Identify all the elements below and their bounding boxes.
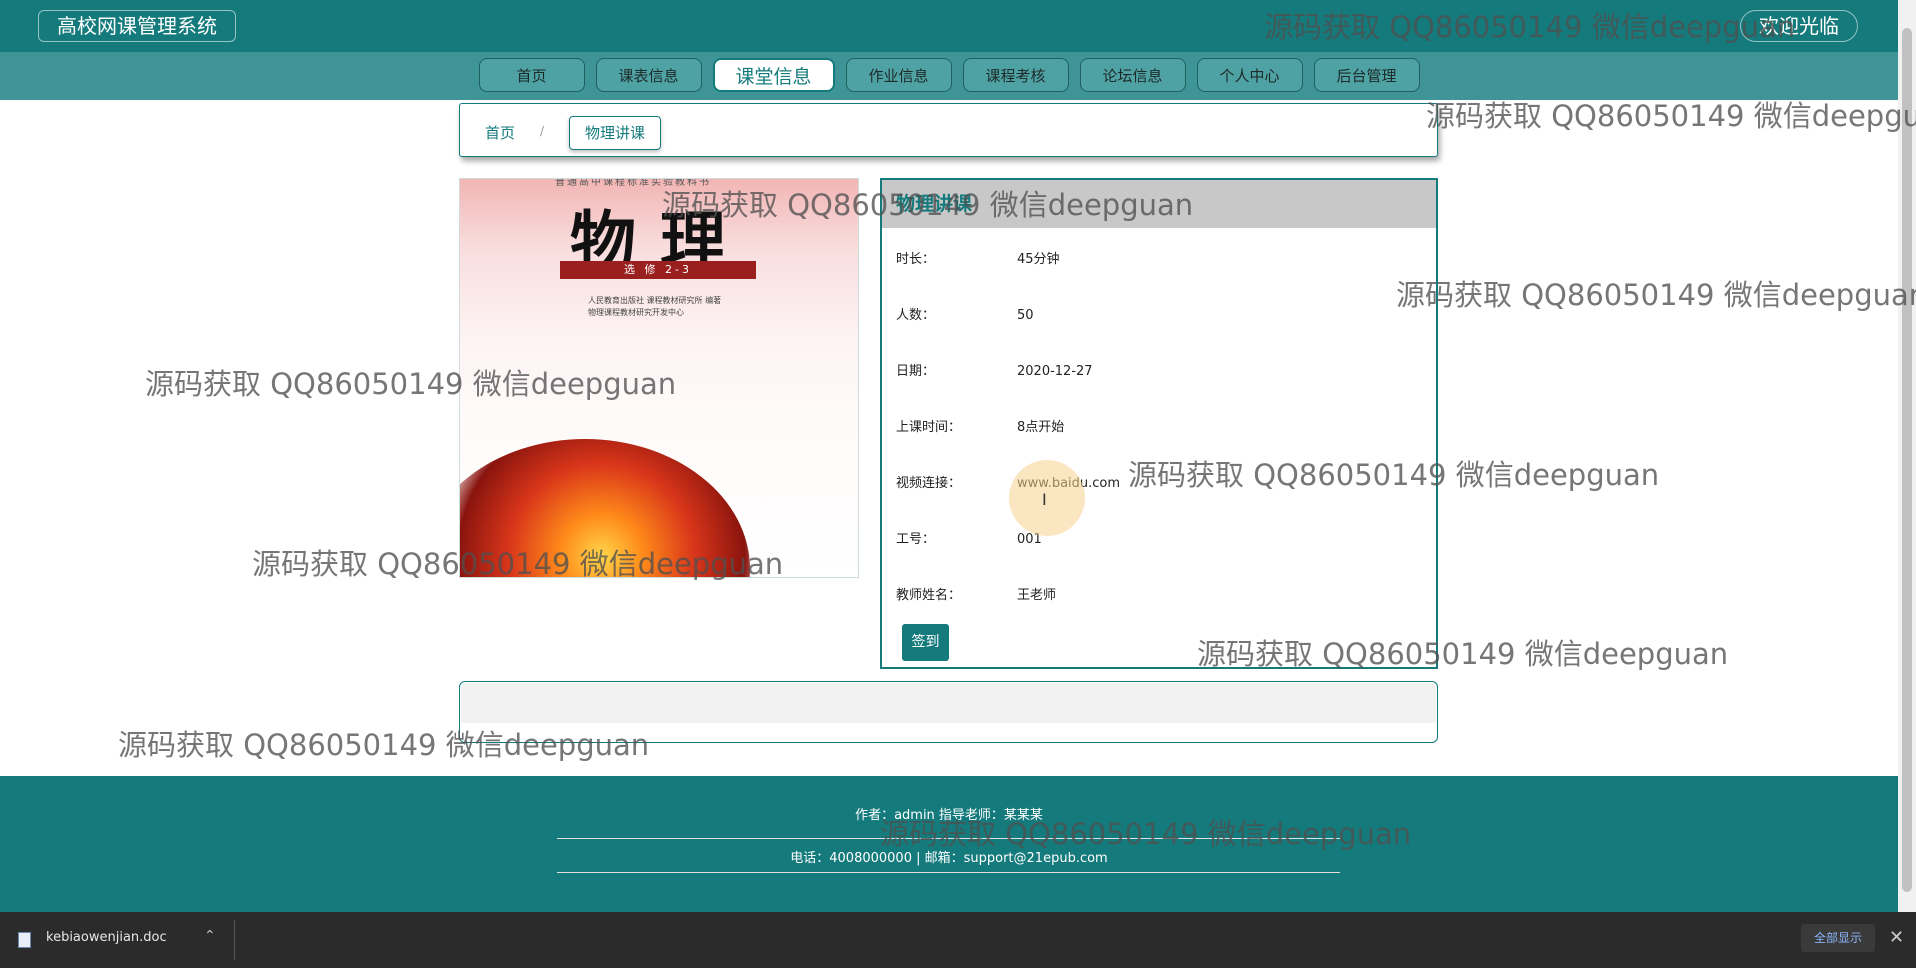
field-label: 日期： xyxy=(896,364,936,379)
field-label: 视频连接： xyxy=(896,476,962,491)
nav-item-profile[interactable]: 个人中心 xyxy=(1196,58,1303,92)
nav-item-classroom[interactable]: 课堂信息 xyxy=(712,58,835,92)
breadcrumb: 首页 / 物理讲课 xyxy=(459,103,1438,157)
show-all-downloads-button[interactable]: 全部显示 xyxy=(1801,924,1875,952)
detail-row-video-link: 视频连接：www.baidu.com xyxy=(896,472,1120,491)
detail-row-staff-id: 工号： 001 xyxy=(896,528,1042,547)
cover-sun-graphic xyxy=(460,439,750,577)
nav-item-schedule[interactable]: 课表信息 xyxy=(595,58,702,92)
footer-divider xyxy=(557,838,1340,839)
field-label: 教师姓名： xyxy=(896,588,962,603)
breadcrumb-separator: / xyxy=(540,124,545,138)
nav-item-forum[interactable]: 论坛信息 xyxy=(1079,58,1186,92)
nav-item-home[interactable]: 首页 xyxy=(478,58,585,92)
course-cover-image: 普通高中课程标准实验教科书 物理 选 修 2-3 人民教育出版社 课程教材研究所… xyxy=(459,178,859,578)
field-label: 上课时间： xyxy=(896,420,962,435)
field-value: 45分钟 xyxy=(1017,252,1060,267)
scrollbar-thumb[interactable] xyxy=(1902,28,1912,892)
welcome-badge: 欢迎光临 xyxy=(1740,10,1858,42)
breadcrumb-home-link[interactable]: 首页 xyxy=(485,122,515,143)
download-bar: kebiaowenjian.doc ⌃ 全部显示 ✕ xyxy=(0,912,1916,968)
nav-item-admin[interactable]: 后台管理 xyxy=(1313,58,1420,92)
field-value: 2020-12-27 xyxy=(1017,364,1093,379)
nav-item-assessment[interactable]: 课程考核 xyxy=(962,58,1069,92)
comment-header xyxy=(461,683,1436,723)
comment-section xyxy=(459,681,1438,743)
detail-row-date: 日期： 2020-12-27 xyxy=(896,360,1093,379)
detail-title: 物理讲课 xyxy=(882,180,1436,228)
cover-publisher-line2: 物理课程教材研究开发中心 xyxy=(588,308,684,317)
watermark-text: 源码获取 QQ86050149 微信deepguan xyxy=(1396,278,1916,312)
chevron-up-icon[interactable]: ⌃ xyxy=(204,928,216,944)
top-header: 高校网课管理系统 欢迎光临 xyxy=(0,0,1898,52)
download-divider xyxy=(234,920,235,960)
page-footer: 作者：admin 指导老师：某某某 电话：4008000000 | 邮箱：sup… xyxy=(0,776,1898,912)
main-nav: 首页 课表信息 课堂信息 作业信息 课程考核 论坛信息 个人中心 后台管理 xyxy=(0,58,1898,94)
field-value: 50 xyxy=(1017,308,1034,323)
document-icon xyxy=(18,932,31,948)
detail-row-teacher: 教师姓名： 王老师 xyxy=(896,584,1056,603)
nav-item-homework[interactable]: 作业信息 xyxy=(845,58,952,92)
vertical-scrollbar[interactable] xyxy=(1898,0,1916,912)
field-value: 王老师 xyxy=(1017,588,1057,603)
detail-row-start-time: 上课时间： 8点开始 xyxy=(896,416,1064,435)
detail-row-count: 人数： 50 xyxy=(896,304,1034,323)
cover-band: 选 修 2-3 xyxy=(560,261,756,279)
footer-divider xyxy=(557,872,1340,873)
footer-contact: 电话：4008000000 | 邮箱：support@21epub.com xyxy=(790,851,1108,866)
breadcrumb-current[interactable]: 物理讲课 xyxy=(569,116,662,150)
field-value: 8点开始 xyxy=(1017,420,1065,435)
field-label: 时长： xyxy=(896,252,936,267)
field-label: 工号： xyxy=(896,532,936,547)
cursor-highlight xyxy=(1009,460,1085,536)
class-detail-panel: 物理讲课 时长： 45分钟 人数： 50 日期： 2020-12-27 上课时间： 8点… xyxy=(880,178,1438,669)
cover-publisher-line1: 人民教育出版社 课程教材研究所 编著 xyxy=(588,296,722,305)
close-icon[interactable]: ✕ xyxy=(1889,927,1904,948)
download-file-name[interactable]: kebiaowenjian.doc xyxy=(46,930,167,945)
cover-series-text: 普通高中课程标准实验教科书 xyxy=(555,178,711,188)
field-label: 人数： xyxy=(896,308,936,323)
text-cursor-icon: I xyxy=(1042,490,1047,509)
footer-author: 作者：admin 指导老师：某某某 xyxy=(855,808,1043,823)
site-title[interactable]: 高校网课管理系统 xyxy=(38,10,236,42)
sign-in-button[interactable]: 签到 xyxy=(902,624,949,661)
detail-row-duration: 时长： 45分钟 xyxy=(896,248,1060,267)
